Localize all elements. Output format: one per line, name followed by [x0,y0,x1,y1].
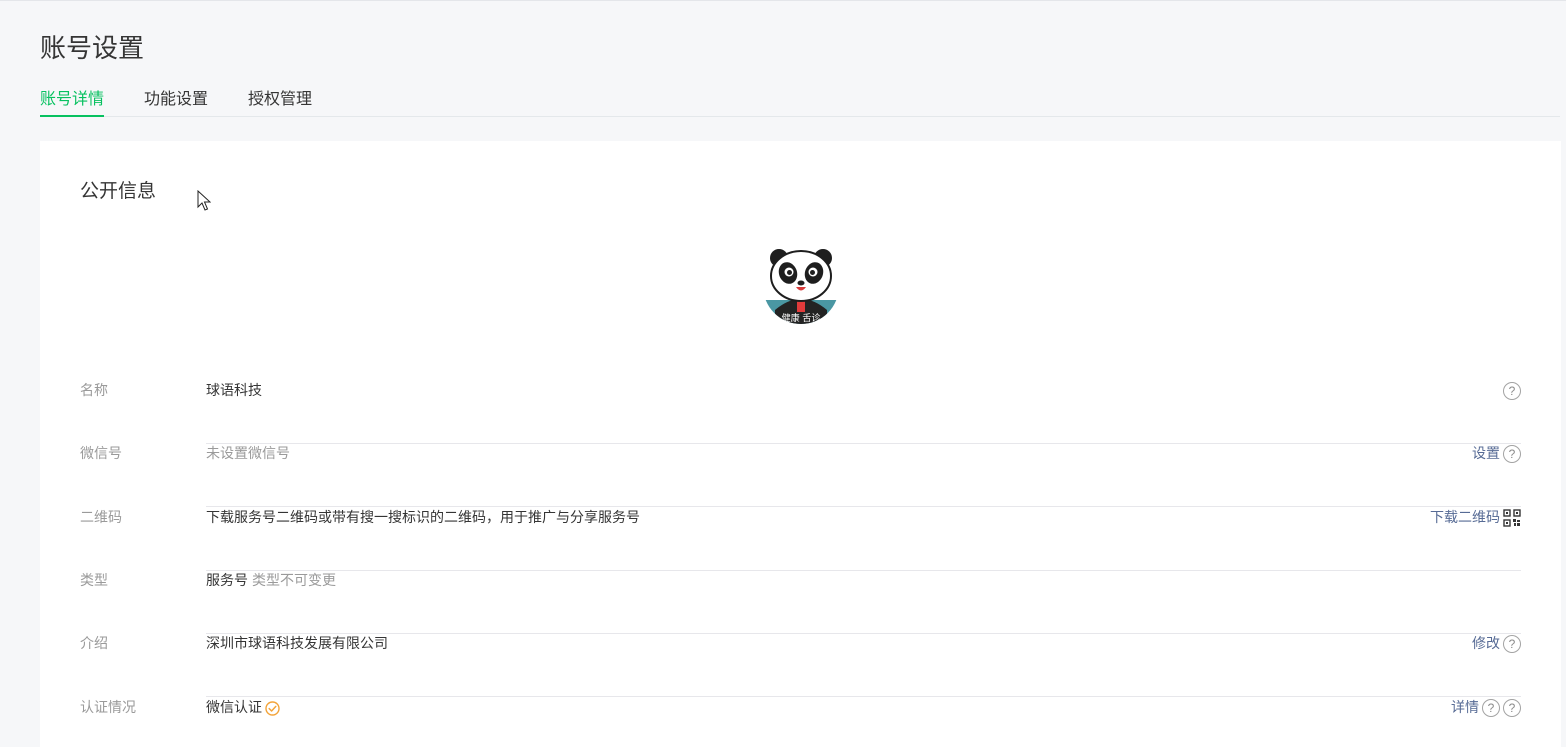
row-label: 微信号 [80,446,122,462]
qrcode-description: 下载服务号二维码或带有搜一搜标识的二维码，用于推广与分享服务号 [206,510,640,526]
public-info-card: 公开信息 健康 舌诊 名称 球语科技 ? 微信号 未设置微信号 设置 ? 二维码… [40,141,1561,747]
info-row-wechat-id: 微信号 未设置微信号 设置 ? [80,444,1521,507]
row-label: 名称 [80,383,108,399]
info-row-type: 类型 服务号 类型不可变更 [80,571,1521,634]
tab-account-details[interactable]: 账号详情 [40,86,105,117]
edit-intro-link[interactable]: 修改 [1472,634,1500,654]
info-row-qrcode: 二维码 下载服务号二维码或带有搜一搜标识的二维码，用于推广与分享服务号 下载二维… [80,508,1521,571]
row-label: 类型 [80,573,108,589]
account-type-value: 服务号 [206,573,248,589]
verified-check-icon [265,700,280,716]
panda-avatar-icon[interactable]: 健康 舌诊 [761,244,841,326]
download-qrcode-link[interactable]: 下载二维码 [1430,508,1500,528]
info-row-name: 名称 球语科技 ? [80,381,1521,444]
set-wechat-id-link[interactable]: 设置 [1472,444,1500,464]
row-label: 二维码 [80,510,122,526]
row-label: 介绍 [80,636,108,652]
avatar-caption: 健康 舌诊 [782,312,821,324]
verification-value: 微信认证 [206,700,262,716]
intro-value: 深圳市球语科技发展有限公司 [206,636,388,652]
help-icon[interactable]: ? [1503,445,1521,463]
account-name-value: 球语科技 [206,383,262,399]
settings-tabs: 账号详情 功能设置 授权管理 [40,86,1560,117]
account-type-note: 类型不可变更 [252,573,336,589]
page-title: 账号设置 [40,34,145,64]
verification-details-link[interactable]: 详情 [1451,698,1479,718]
help-icon[interactable]: ? [1503,635,1521,653]
qrcode-icon[interactable] [1503,509,1521,527]
info-row-verification: 认证情况 微信认证 详情 ? ? [80,698,1521,747]
help-icon[interactable]: ? [1503,699,1521,717]
tab-feature-settings[interactable]: 功能设置 [144,86,208,117]
section-title: 公开信息 [80,180,157,202]
wechat-id-value: 未设置微信号 [206,446,290,462]
help-icon[interactable]: ? [1503,382,1521,400]
row-label: 认证情况 [80,700,136,716]
info-row-intro: 介绍 深圳市球语科技发展有限公司 修改 ? [80,634,1521,697]
help-icon[interactable]: ? [1482,699,1500,717]
account-settings-page: 账号设置 账号详情 功能设置 授权管理 公开信息 健康 舌诊 名称 球语科技 ?… [0,0,1566,747]
tab-authorization-management[interactable]: 授权管理 [248,86,312,117]
mouse-cursor-icon [197,190,211,211]
